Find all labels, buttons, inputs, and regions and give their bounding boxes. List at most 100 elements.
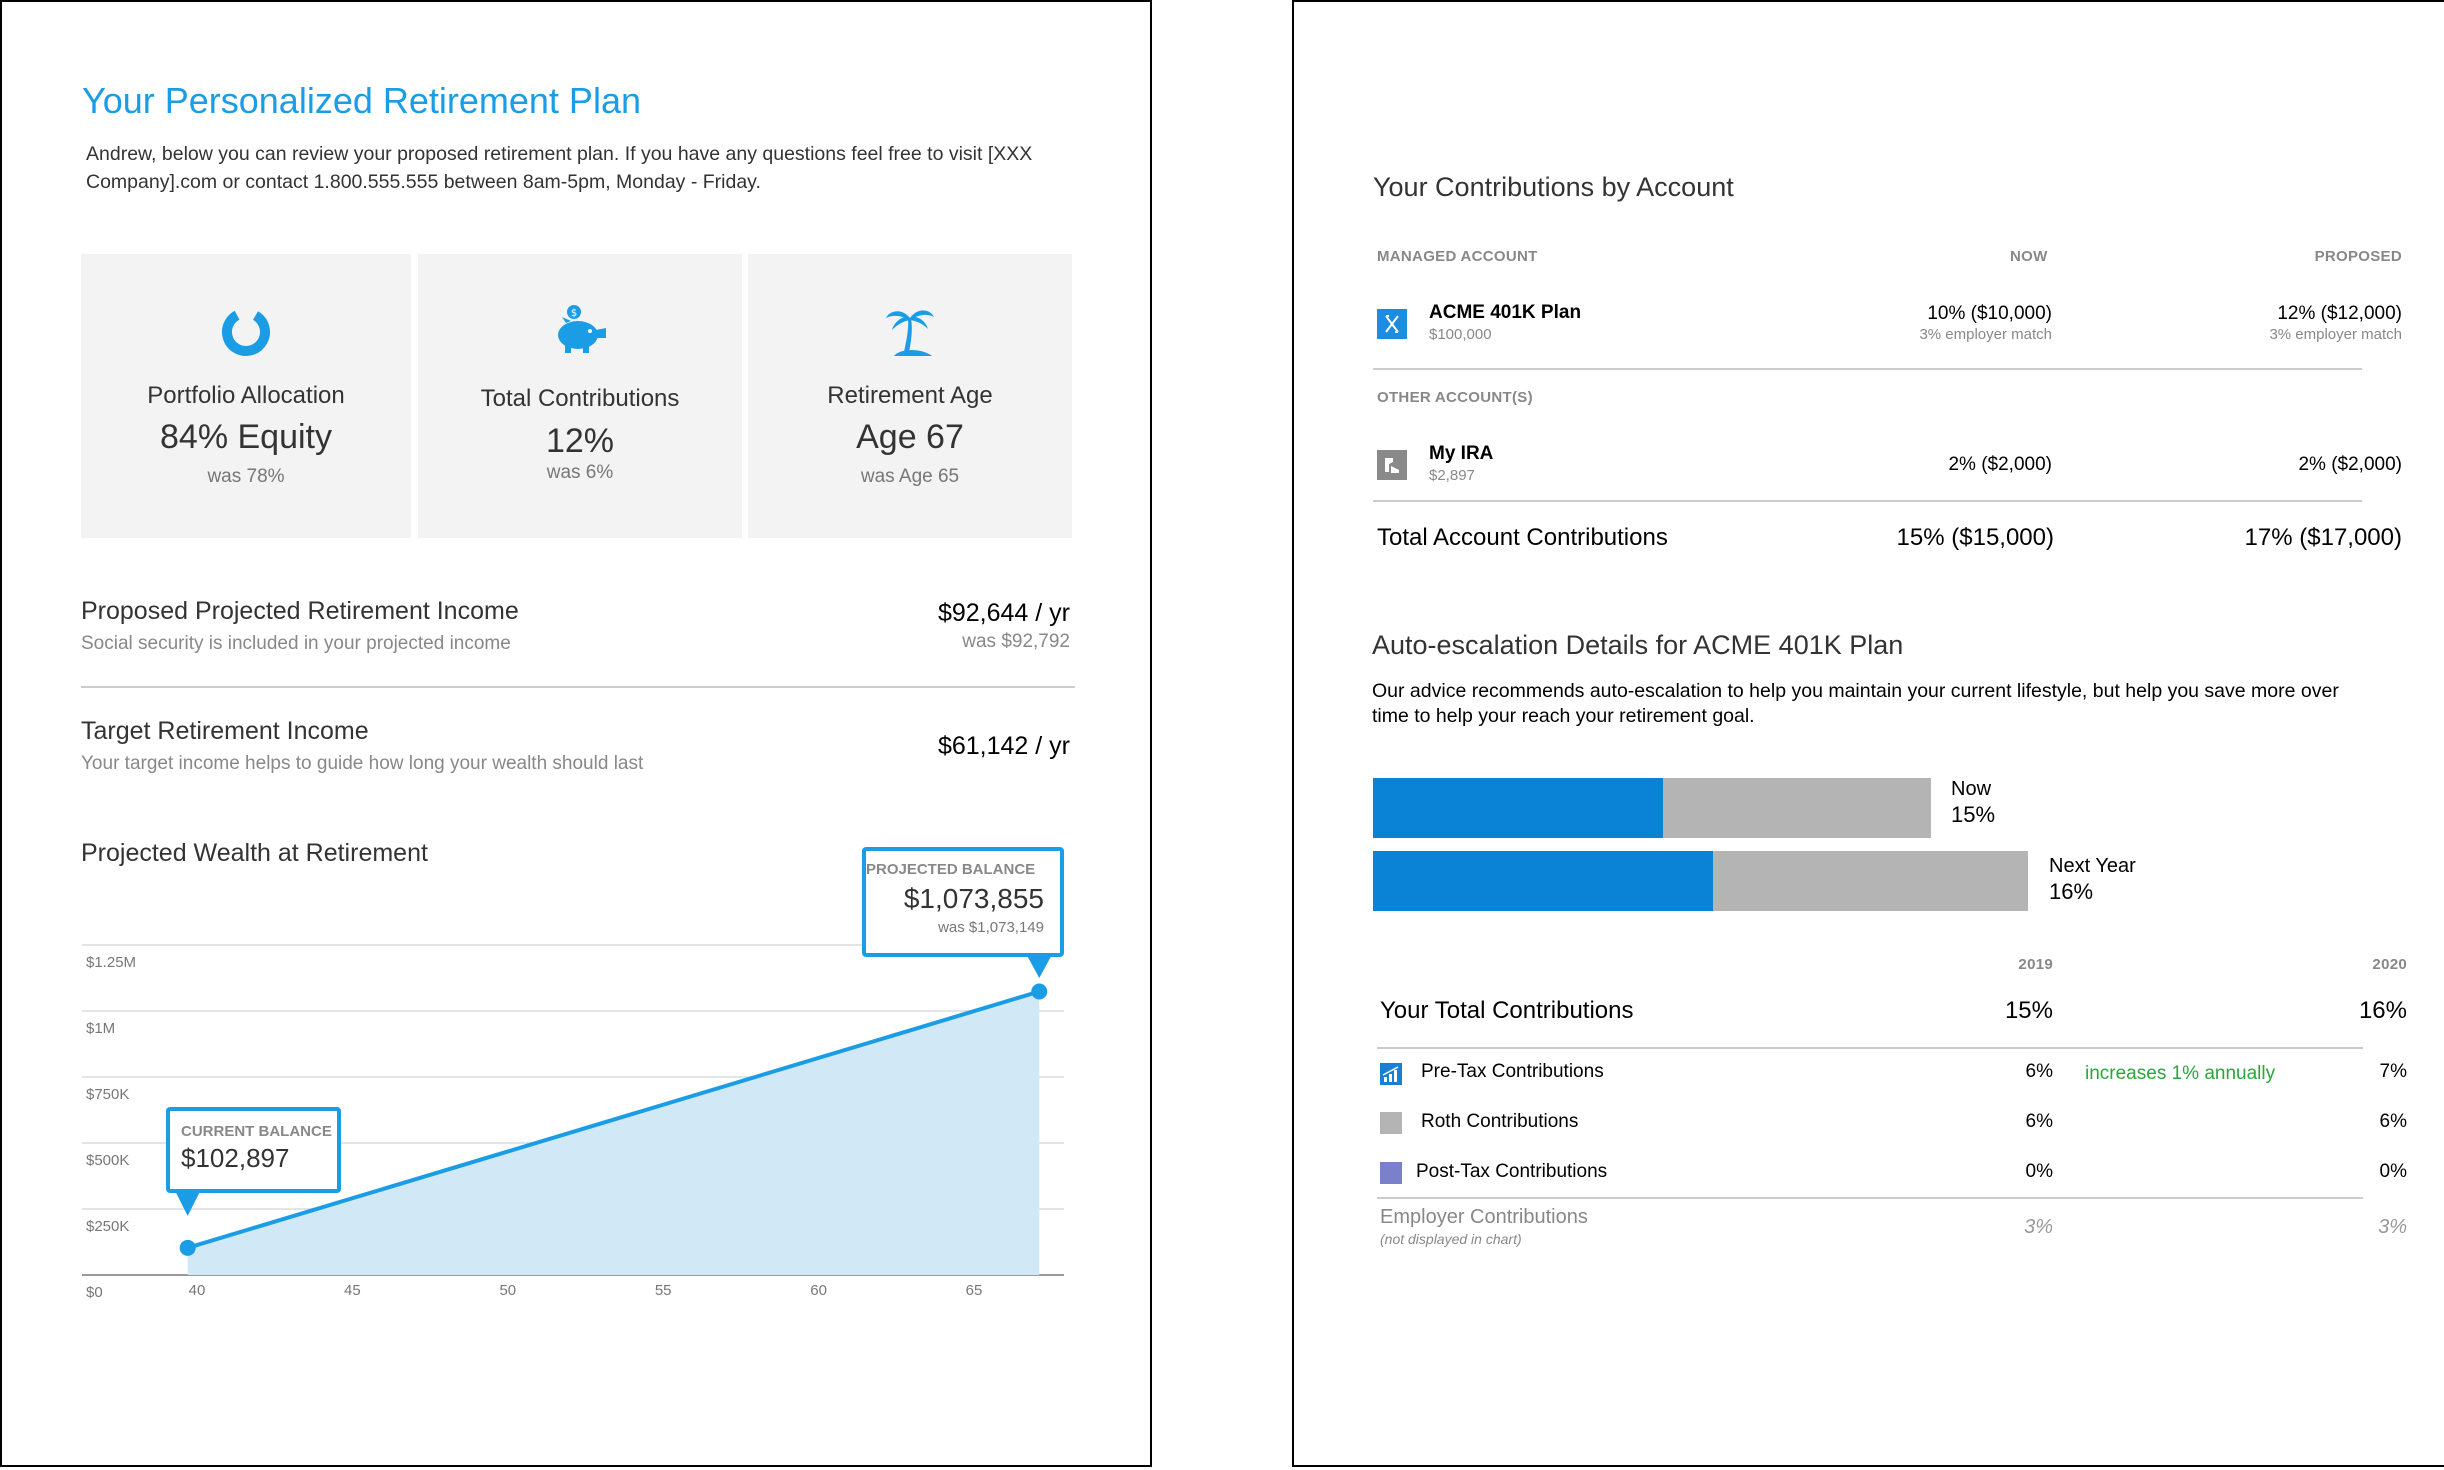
divider (1373, 368, 2362, 370)
card-value: 84% Equity (160, 418, 332, 456)
account-proposed: 12% ($12,000) (2277, 303, 2402, 324)
projected-balance-value: $1,073,855 (903, 883, 1044, 914)
x-tick-label: 60 (810, 1282, 827, 1299)
now-bar (1373, 778, 1931, 838)
now-bar-fill (1373, 778, 1663, 838)
current-balance-value: $102,897 (181, 1143, 290, 1173)
card-was: was 6% (546, 462, 614, 483)
next-year-bar-fill (1373, 851, 1713, 911)
roth-2019: 6% (2025, 1111, 2053, 1132)
managed-account-header: MANAGED ACCOUNT (1377, 248, 1538, 265)
account-balance: $2,897 (1429, 467, 1475, 484)
other-accounts-header: OTHER ACCOUNT(S) (1377, 389, 1533, 406)
current-balance-callout: CURRENT BALANCE $102,897 (166, 1107, 341, 1193)
y-tick-label: $750K (86, 1086, 129, 1103)
account-proposed: 2% ($2,000) (2298, 454, 2402, 475)
projected-callout-pointer (1027, 956, 1052, 978)
page-title: Your Personalized Retirement Plan (82, 80, 641, 121)
x-tick-label: 40 (189, 1282, 206, 1299)
retirement-age-card[interactable]: Retirement Age Age 67 was Age 65 (748, 254, 1072, 538)
target-income-sub: Your target income helps to guide how lo… (81, 753, 644, 774)
post-tax-2019: 0% (2025, 1161, 2053, 1182)
roth-label: Roth Contributions (1421, 1111, 1579, 1132)
pre-tax-label: Pre-Tax Contributions (1421, 1061, 1604, 1082)
roth-swatch (1380, 1112, 1402, 1134)
post-tax-2020: 0% (2379, 1161, 2407, 1182)
x-tick-label: 45 (344, 1282, 361, 1299)
account-name[interactable]: ACME 401K Plan (1429, 302, 1581, 324)
divider (1377, 1047, 2363, 1049)
next-year-bar-label: Next Year (2049, 855, 2136, 877)
total-contributions-label: Total Account Contributions (1377, 524, 1668, 551)
projected-income-sub: Social security is included in your proj… (81, 633, 511, 654)
next-year-bar-pct: 16% (2049, 879, 2094, 904)
target-income-label: Target Retirement Income (81, 717, 369, 745)
donut-chart-icon (220, 306, 272, 363)
projected-income-label: Proposed Projected Retirement Income (81, 597, 519, 625)
left-page: Your Personalized Retirement Plan Andrew… (0, 0, 1152, 1467)
divider (81, 686, 1075, 688)
y-tick-label: $1.25M (86, 954, 136, 971)
account-now-match: 3% employer match (1919, 326, 2052, 343)
y-tick-label: $1M (86, 1020, 115, 1037)
account-name[interactable]: My IRA (1429, 443, 1493, 465)
ira-account-icon (1377, 450, 1407, 480)
projected-balance-was: was $1,073,149 (938, 919, 1044, 936)
x-tick-label: 50 (499, 1282, 516, 1299)
year-2020-header: 2020 (2372, 956, 2407, 973)
current-balance-label: CURRENT BALANCE (181, 1123, 332, 1140)
post-tax-swatch (1380, 1162, 1402, 1184)
current-callout-pointer (175, 1192, 200, 1216)
auto-escalation-title: Auto-escalation Details for ACME 401K Pl… (1372, 630, 1904, 660)
card-label: Retirement Age (827, 382, 993, 409)
intro-text: Andrew, below you can review your propos… (86, 143, 1033, 193)
projected-balance-callout: PROJECTED BALANCE $1,073,855 was $1,073,… (862, 847, 1064, 957)
proposed-header: PROPOSED (2314, 248, 2402, 265)
projected-income-was: was $92,792 (962, 631, 1070, 652)
employer-2020: 3% (2378, 1216, 2407, 1238)
your-total-label: Your Total Contributions (1380, 997, 1634, 1024)
current-balance-point (179, 1239, 196, 1256)
total-contributions-card[interactable]: $ Total Contributions 12% was 6% (418, 254, 742, 538)
portfolio-allocation-card[interactable]: Portfolio Allocation 84% Equity was 78% (81, 254, 411, 538)
now-bar-label: Now (1951, 778, 1992, 800)
y-tick-label: $500K (86, 1152, 129, 1169)
x-tick-label: 55 (655, 1282, 672, 1299)
card-label: Total Contributions (480, 385, 680, 412)
divider (1377, 1197, 2363, 1199)
projected-income-value: $92,644 / yr (937, 599, 1070, 627)
auto-escalation-desc: Our advice recommends auto-escalation to… (1372, 680, 2339, 727)
divider (1373, 500, 2362, 502)
card-value: Age 67 (856, 418, 964, 456)
post-tax-label: Post-Tax Contributions (1416, 1161, 1608, 1182)
y-tick-label: $250K (86, 1218, 129, 1235)
account-now: 10% ($10,000) (1927, 303, 2052, 324)
account-proposed-match: 3% employer match (2269, 326, 2402, 343)
right-page: Your Contributions by Account MANAGED AC… (1292, 0, 2444, 1467)
account-now: 2% ($2,000) (1948, 454, 2052, 475)
pre-tax-2020: 7% (2379, 1061, 2407, 1082)
target-income-value: $61,142 / yr (937, 732, 1070, 760)
year-2019-header: 2019 (2018, 956, 2053, 973)
contributions-title: Your Contributions by Account (1373, 172, 1734, 202)
employer-note: (not displayed in chart) (1380, 1231, 1522, 1247)
roth-2020: 6% (2379, 1111, 2407, 1132)
next-year-bar (1373, 851, 2028, 911)
card-value: 12% (545, 422, 615, 460)
y-tick-label: $0 (86, 1284, 103, 1301)
bar-chart-icon (1380, 1063, 1402, 1085)
palm-tree-island-icon (882, 304, 938, 363)
projected-balance-label: PROJECTED BALANCE (866, 861, 1036, 878)
employer-label: Employer Contributions (1380, 1206, 1588, 1228)
your-total-2020: 16% (2358, 997, 2407, 1024)
piggy-bank-icon: $ (552, 304, 608, 359)
employer-2019: 3% (2024, 1216, 2053, 1238)
now-bar-pct: 15% (1951, 802, 1996, 827)
acme-plan-icon (1377, 309, 1407, 339)
pre-tax-2019: 6% (2025, 1061, 2053, 1082)
pre-tax-note: increases 1% annually (2085, 1063, 2276, 1084)
account-balance: $100,000 (1429, 326, 1492, 343)
total-contributions-now: 15% ($15,000) (1896, 524, 2054, 551)
card-was: was Age 65 (860, 466, 960, 487)
your-total-2019: 15% (2004, 997, 2053, 1024)
